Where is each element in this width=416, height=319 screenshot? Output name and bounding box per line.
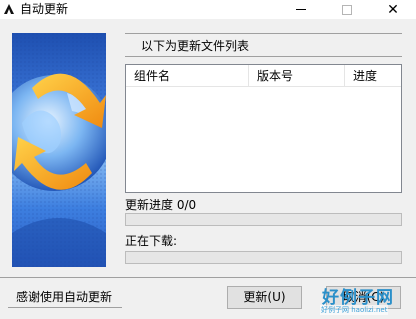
maximize-button[interactable]	[324, 0, 370, 19]
thanks-text: 感谢使用自动更新	[16, 290, 113, 304]
minimize-icon	[296, 9, 306, 10]
column-header-name[interactable]: 组件名	[126, 65, 249, 87]
watermark-small-text: 好例子网 haolizi.net	[320, 305, 389, 315]
header-divider-bottom	[125, 56, 402, 57]
update-file-list[interactable]: 组件名 版本号 进度	[125, 64, 402, 193]
update-progress-label: 更新进度 0/0	[125, 198, 197, 212]
watermark-logo: 好例子网 好例子网 haolizi.net	[318, 283, 412, 317]
update-dialog: 自动更新 ✕ 以下为更新文件列表 组件名 版本号 进度 更新进度 0/0 正在下…	[0, 0, 416, 319]
downloading-label: 正在下载:	[125, 234, 178, 248]
column-header-progress[interactable]: 进度	[345, 65, 401, 87]
thanks-underline	[8, 307, 122, 308]
close-icon: ✕	[387, 1, 399, 18]
header-divider-top	[125, 33, 402, 34]
globe-arrows-icon	[12, 33, 106, 267]
update-button[interactable]: 更新(U)	[227, 286, 302, 309]
maximize-icon	[342, 4, 352, 15]
title-bar[interactable]: 自动更新 ✕	[0, 0, 416, 19]
footer-divider	[0, 277, 416, 278]
close-button[interactable]: ✕	[370, 0, 416, 19]
list-title: 以下为更新文件列表	[141, 39, 250, 53]
window-title: 自动更新	[20, 2, 69, 16]
banner-image	[12, 33, 106, 267]
minimize-button[interactable]	[278, 0, 324, 19]
download-progress-bar	[125, 251, 402, 264]
update-progress-bar	[125, 213, 402, 226]
list-header: 组件名 版本号 进度	[126, 65, 401, 87]
app-logo-icon	[2, 2, 16, 16]
column-header-version[interactable]: 版本号	[249, 65, 345, 87]
